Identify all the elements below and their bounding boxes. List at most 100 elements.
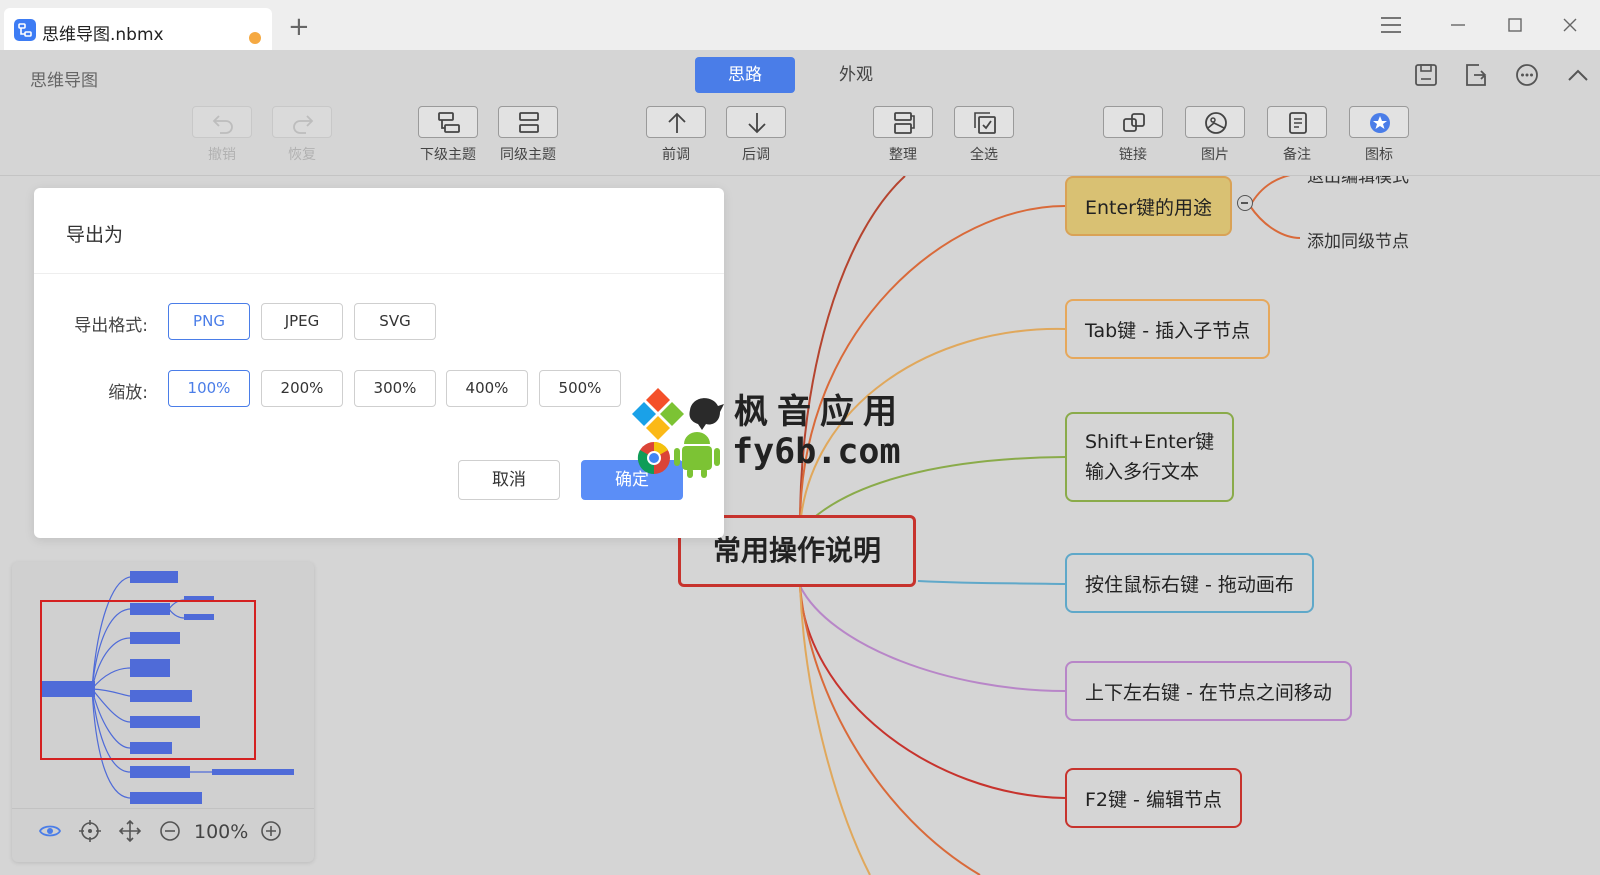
collapse-toolbar-icon[interactable] <box>1565 62 1591 88</box>
leaf-add-sibling[interactable]: 添加同级节点 <box>1307 227 1409 252</box>
node-f2-text: F2键 - 编辑节点 <box>1085 788 1222 811</box>
note-label: 备注 <box>1283 147 1311 163</box>
node-enter-text: Enter键的用途 <box>1085 196 1212 219</box>
emoji-icon <box>1349 106 1409 138</box>
cancel-button[interactable]: 取消 <box>458 460 560 500</box>
move-up-button[interactable]: 前调 <box>646 106 706 164</box>
sibling-topic-label: 同级主题 <box>500 147 556 163</box>
emoji-button[interactable]: 图标 <box>1349 106 1409 164</box>
move-up-icon <box>646 106 706 138</box>
node-shift-enter-line1: Shift+Enter键 <box>1085 431 1215 453</box>
move-down-label: 后调 <box>742 147 770 163</box>
tab-appearance[interactable]: 外观 <box>806 57 906 93</box>
document-tab[interactable]: 思维导图.nbmx <box>4 8 272 50</box>
zoom-level: 100% <box>194 821 249 843</box>
node-right-drag-text: 按住鼠标右键 - 拖动画布 <box>1085 573 1294 596</box>
zoom-out-icon[interactable] <box>158 819 182 843</box>
redo-icon <box>272 106 332 138</box>
image-label: 图片 <box>1201 147 1229 163</box>
node-arrow-keys[interactable]: 上下左右键 - 在节点之间移动 <box>1065 661 1352 721</box>
locate-icon[interactable] <box>78 819 102 843</box>
node-arrow-keys-text: 上下左右键 - 在节点之间移动 <box>1085 681 1332 704</box>
arrange-icon <box>873 106 933 138</box>
format-svg-option[interactable]: SVG <box>354 303 436 340</box>
dialog-header: 导出为 <box>34 188 724 274</box>
note-button[interactable]: 备注 <box>1267 106 1327 164</box>
tab-thinking[interactable]: 思路 <box>695 57 795 93</box>
format-label: 导出格式: <box>74 316 148 336</box>
new-tab-button[interactable]: + <box>288 14 310 40</box>
scale-100-option[interactable]: 100% <box>168 370 250 407</box>
dialog-title: 导出为 <box>66 224 124 246</box>
node-shift-enter-line2: 输入多行文本 <box>1085 461 1200 483</box>
scale-label: 缩放: <box>108 383 148 403</box>
collapse-toggle-icon[interactable] <box>1237 195 1253 211</box>
scale-400-option[interactable]: 400% <box>446 370 528 407</box>
child-topic-label: 下级主题 <box>420 147 476 163</box>
select-all-button[interactable]: 全选 <box>954 106 1014 164</box>
redo-label: 恢复 <box>288 147 316 163</box>
link-icon <box>1103 106 1163 138</box>
image-icon <box>1185 106 1245 138</box>
save-icon[interactable] <box>1413 62 1439 88</box>
move-down-button[interactable]: 后调 <box>726 106 786 164</box>
mindmap-app-icon <box>14 19 36 41</box>
link-offscreen-bottom-1 <box>799 585 981 875</box>
link-enter-child-1 <box>1249 176 1291 207</box>
zoom-in-icon[interactable] <box>259 819 283 843</box>
node-f2[interactable]: F2键 - 编辑节点 <box>1065 768 1242 828</box>
link-right-drag <box>917 580 1066 585</box>
minimap-controls: 100% <box>12 808 314 852</box>
watermark-logo-icon <box>632 388 724 478</box>
redo-button[interactable]: 恢复 <box>272 106 332 164</box>
child-topic-button[interactable]: 下级主题 <box>418 106 478 164</box>
minimap[interactable]: 100% <box>12 562 314 862</box>
toolbar: 思维导图 思路 外观 撤销 恢复 下级主题 同级主题 前调 后调 整理 全选 链… <box>0 50 1600 176</box>
leaf-exit-edit[interactable]: 退出编辑模式 <box>1307 176 1409 187</box>
child-topic-icon <box>418 106 478 138</box>
move-icon[interactable] <box>118 819 142 843</box>
minimize-icon[interactable] <box>1445 12 1471 38</box>
minimap-viewport[interactable] <box>40 600 256 760</box>
title-bar: 思维导图.nbmx + <box>0 0 1600 50</box>
eye-icon[interactable] <box>38 819 62 843</box>
link-enter-child-2 <box>1249 205 1301 239</box>
format-png-option[interactable]: PNG <box>168 303 250 340</box>
export-icon[interactable] <box>1463 62 1489 88</box>
format-jpeg-option[interactable]: JPEG <box>261 303 343 340</box>
tab-title: 思维导图.nbmx <box>42 25 164 45</box>
export-dialog: 导出为 导出格式: PNG JPEG SVG 缩放: 100% 200% 300… <box>34 188 724 538</box>
unsaved-dot-icon <box>249 32 261 44</box>
scale-500-option[interactable]: 500% <box>539 370 621 407</box>
more-icon[interactable] <box>1514 62 1540 88</box>
undo-button[interactable]: 撤销 <box>192 106 252 164</box>
emoji-label: 图标 <box>1365 147 1393 163</box>
undo-icon <box>192 106 252 138</box>
maximize-icon[interactable] <box>1502 12 1528 38</box>
arrange-button[interactable]: 整理 <box>873 106 933 164</box>
move-up-label: 前调 <box>662 147 690 163</box>
node-enter[interactable]: Enter键的用途 <box>1065 176 1232 236</box>
scale-200-option[interactable]: 200% <box>261 370 343 407</box>
scale-300-option[interactable]: 300% <box>354 370 436 407</box>
sibling-topic-button[interactable]: 同级主题 <box>498 106 558 164</box>
sibling-topic-icon <box>498 106 558 138</box>
node-shift-enter[interactable]: Shift+Enter键 输入多行文本 <box>1065 412 1235 502</box>
undo-label: 撤销 <box>208 147 236 163</box>
move-down-icon <box>726 106 786 138</box>
select-all-icon <box>954 106 1014 138</box>
close-icon[interactable] <box>1557 12 1583 38</box>
arrange-label: 整理 <box>889 147 917 163</box>
watermark-cn-text: 枫音应用 <box>734 392 906 432</box>
note-icon <box>1267 106 1327 138</box>
app-name: 思维导图 <box>30 71 98 91</box>
link-arrow-keys <box>799 585 1066 692</box>
watermark-en-text: fy6b.com <box>732 432 901 472</box>
node-tab[interactable]: Tab键 - 插入子节点 <box>1065 299 1271 359</box>
image-button[interactable]: 图片 <box>1185 106 1245 164</box>
menu-icon[interactable] <box>1378 12 1404 38</box>
node-right-drag[interactable]: 按住鼠标右键 - 拖动画布 <box>1065 553 1314 613</box>
link-button[interactable]: 链接 <box>1103 106 1163 164</box>
watermark: 枫音应用 fy6b.com <box>632 382 922 482</box>
select-all-label: 全选 <box>970 147 998 163</box>
